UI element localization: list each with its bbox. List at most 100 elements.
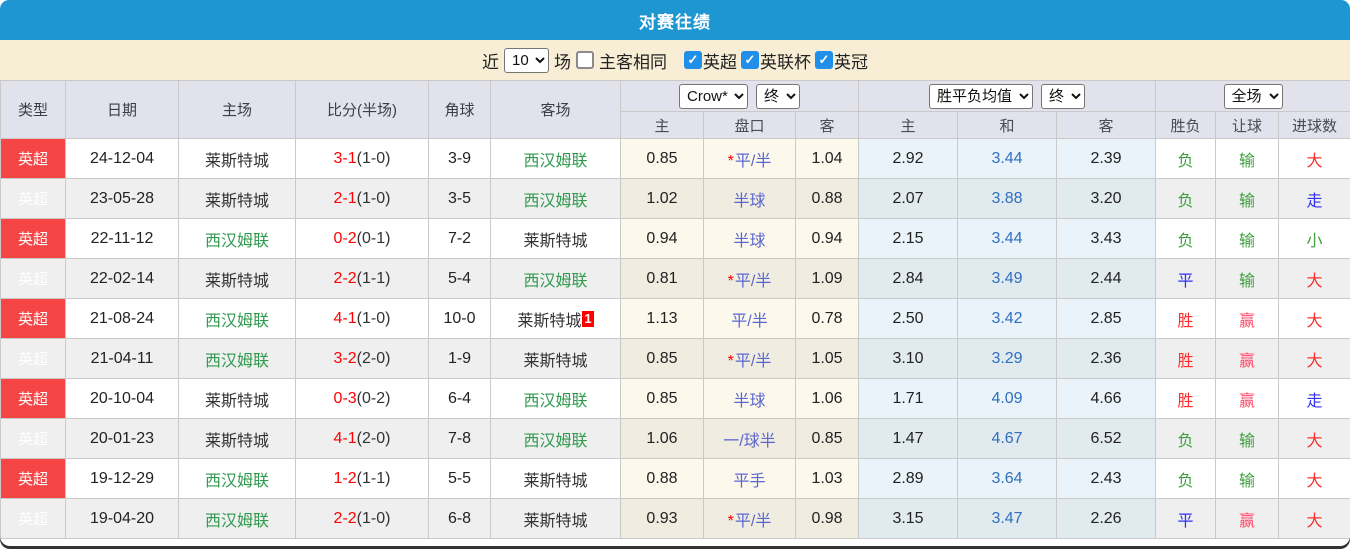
odds-line-cell: 一/球半 — [704, 419, 796, 459]
league-cell: 英超 — [1, 179, 66, 219]
match-row: 英超24-12-04莱斯特城3-1(1-0)3-9西汉姆联0.85*平/半1.0… — [1, 139, 1350, 179]
fulltime-score: 2-2 — [334, 510, 357, 527]
mean-type-select[interactable]: 胜平负均值 — [929, 84, 1033, 109]
away-team-cell: 莱斯特城 — [491, 339, 621, 379]
fulltime-score: 3-1 — [334, 150, 357, 167]
panel-title-bar: 对赛往绩 — [0, 0, 1350, 40]
odds-line-cell: 半球 — [704, 379, 796, 419]
home-team-cell: 西汉姆联 — [179, 299, 296, 339]
recent-count-select[interactable]: 10 — [504, 48, 549, 73]
mean-draw-cell: 3.49 — [958, 259, 1057, 299]
match-row: 英超21-08-24西汉姆联4-1(1-0)10-0莱斯特城11.13平/半0.… — [1, 299, 1350, 339]
mean-draw-cell: 3.42 — [958, 299, 1057, 339]
result-cell: 胜 — [1156, 339, 1216, 379]
home-team-cell: 西汉姆联 — [179, 459, 296, 499]
same-venue-checkbox[interactable] — [576, 51, 594, 69]
league-cell: 英超 — [1, 299, 66, 339]
mean-away-cell: 2.26 — [1057, 499, 1156, 539]
league-label: 英超 — [703, 48, 737, 73]
mean-away-cell: 4.66 — [1057, 379, 1156, 419]
corners-cell: 3-5 — [429, 179, 491, 219]
mean-home-cell: 1.71 — [859, 379, 958, 419]
odds-away-cell: 0.78 — [796, 299, 859, 339]
col-header-score: 比分(半场) — [296, 81, 429, 139]
odds-away-cell: 1.05 — [796, 339, 859, 379]
odds-away-cell: 1.06 — [796, 379, 859, 419]
mean-draw-cell: 4.67 — [958, 419, 1057, 459]
sub-header-handicap: 让球 — [1216, 112, 1279, 139]
handicap-cell: 输 — [1216, 419, 1279, 459]
league-checkbox[interactable]: ✓ — [815, 51, 833, 69]
mean-draw-cell: 3.44 — [958, 139, 1057, 179]
odds-home-cell: 0.81 — [621, 259, 704, 299]
corners-cell: 7-8 — [429, 419, 491, 459]
odds-line-cell: 平/半 — [704, 299, 796, 339]
result-cell: 胜 — [1156, 299, 1216, 339]
odds-company-select[interactable]: Crow* — [679, 84, 748, 109]
odds-away-cell: 0.94 — [796, 219, 859, 259]
odds-home-cell: 0.85 — [621, 139, 704, 179]
handicap-cell: 赢 — [1216, 499, 1279, 539]
result-cell: 平 — [1156, 259, 1216, 299]
away-team-cell: 莱斯特城1 — [491, 299, 621, 339]
mean-draw-cell: 3.29 — [958, 339, 1057, 379]
goals-cell: 大 — [1279, 259, 1350, 299]
home-team-cell: 莱斯特城 — [179, 139, 296, 179]
halftime-score: (1-1) — [357, 470, 391, 487]
league-cell: 英超 — [1, 259, 66, 299]
odds-away-cell: 0.88 — [796, 179, 859, 219]
home-team-cell: 莱斯特城 — [179, 419, 296, 459]
line-star: * — [728, 353, 734, 370]
odds-home-cell: 0.94 — [621, 219, 704, 259]
sub-header-odds-home: 主 — [621, 112, 704, 139]
odds-state-select[interactable]: 终 — [756, 84, 800, 109]
away-team-cell: 西汉姆联 — [491, 139, 621, 179]
league-cell: 英超 — [1, 419, 66, 459]
fulltime-score: 0-2 — [334, 230, 357, 247]
result-cell: 负 — [1156, 179, 1216, 219]
mean-header: 胜平负均值终 — [859, 81, 1156, 112]
mean-home-cell: 3.15 — [859, 499, 958, 539]
fulltime-score: 4-1 — [334, 310, 357, 327]
date-cell: 21-08-24 — [66, 299, 179, 339]
mean-home-cell: 2.92 — [859, 139, 958, 179]
sub-header-mean-draw: 和 — [958, 112, 1057, 139]
recent-label: 近 — [482, 48, 499, 73]
goals-cell: 走 — [1279, 179, 1350, 219]
match-row: 英超21-04-11西汉姆联3-2(2-0)1-9莱斯特城0.85*平/半1.0… — [1, 339, 1350, 379]
handicap-cell: 赢 — [1216, 379, 1279, 419]
date-cell: 24-12-04 — [66, 139, 179, 179]
scope-select[interactable]: 全场 — [1224, 84, 1283, 109]
home-team-cell: 莱斯特城 — [179, 179, 296, 219]
match-row: 英超20-10-04莱斯特城0-3(0-2)6-4西汉姆联0.85半球1.061… — [1, 379, 1350, 419]
odds-home-cell: 0.93 — [621, 499, 704, 539]
goals-cell: 大 — [1279, 299, 1350, 339]
match-row: 英超22-02-14莱斯特城2-2(1-1)5-4西汉姆联0.81*平/半1.0… — [1, 259, 1350, 299]
away-team-cell: 西汉姆联 — [491, 259, 621, 299]
league-checkbox[interactable]: ✓ — [684, 51, 702, 69]
mean-state-select[interactable]: 终 — [1041, 84, 1085, 109]
corners-cell: 5-4 — [429, 259, 491, 299]
goals-cell: 大 — [1279, 339, 1350, 379]
score-cell: 3-1(1-0) — [296, 139, 429, 179]
odds-line-cell: *平/半 — [704, 339, 796, 379]
fulltime-score: 3-2 — [334, 350, 357, 367]
filter-bar: 近 10 场 主客相同 ✓英超✓英联杯✓英冠 — [0, 40, 1350, 80]
league-checkbox[interactable]: ✓ — [741, 51, 759, 69]
league-cell: 英超 — [1, 339, 66, 379]
mean-away-cell: 6.52 — [1057, 419, 1156, 459]
halftime-score: (2-0) — [357, 430, 391, 447]
fulltime-score: 2-1 — [334, 190, 357, 207]
match-row: 英超19-12-29西汉姆联1-2(1-1)5-5莱斯特城0.88平手1.032… — [1, 459, 1350, 499]
odds-line-cell: 平手 — [704, 459, 796, 499]
corners-cell: 7-2 — [429, 219, 491, 259]
corners-cell: 10-0 — [429, 299, 491, 339]
corners-cell: 6-4 — [429, 379, 491, 419]
league-cell: 英超 — [1, 219, 66, 259]
fulltime-score: 1-2 — [334, 470, 357, 487]
odds-line-cell: *平/半 — [704, 259, 796, 299]
mean-home-cell: 1.47 — [859, 419, 958, 459]
league-cell: 英超 — [1, 139, 66, 179]
goals-cell: 走 — [1279, 379, 1350, 419]
handicap-cell: 输 — [1216, 139, 1279, 179]
